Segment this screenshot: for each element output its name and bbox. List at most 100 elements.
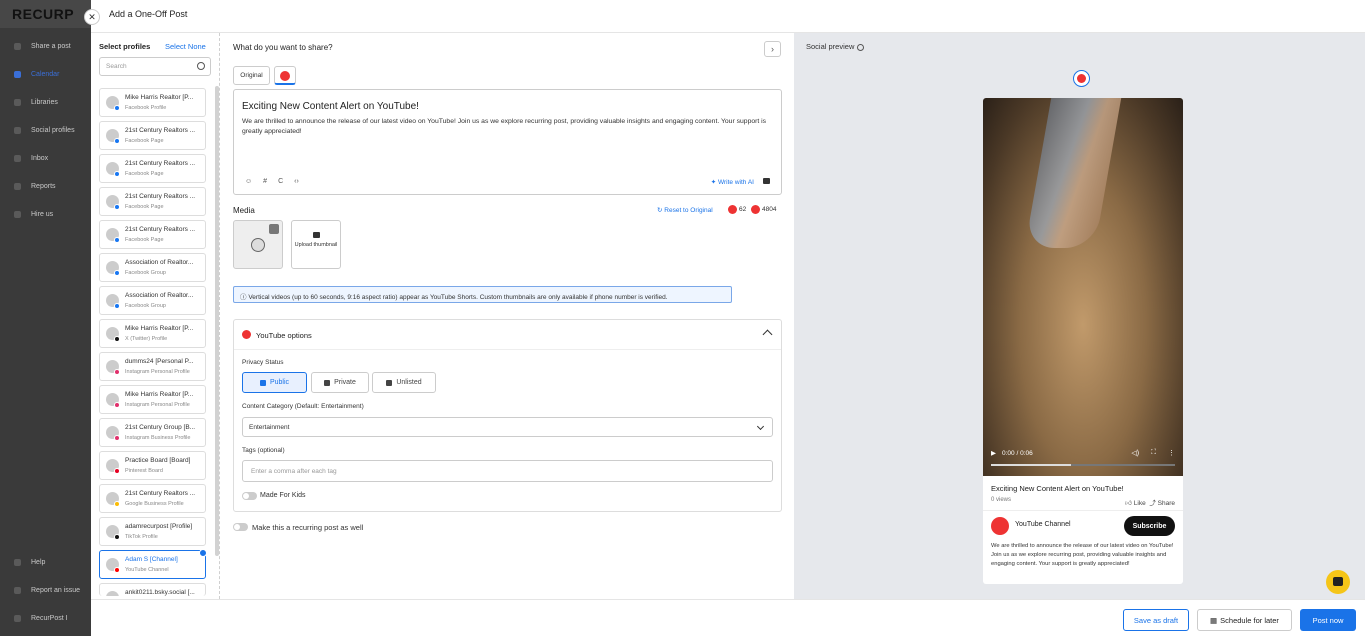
- post-title[interactable]: Exciting New Content Alert on YouTube!: [242, 101, 419, 112]
- shorts-info-note: ⓘ Vertical videos (up to 60 seconds, 9:1…: [233, 286, 732, 303]
- emoji-icon[interactable]: ☺: [245, 178, 252, 185]
- write-with-ai-button[interactable]: ✦ Write with AI: [711, 178, 754, 186]
- code-icon[interactable]: ‹›: [294, 178, 299, 185]
- profile-name: Association of Realtor...: [125, 259, 194, 266]
- tab-youtube[interactable]: [274, 66, 296, 85]
- profile-item[interactable]: dumms24 [Personal P... Instagram Personal…: [99, 352, 206, 381]
- network-badge-icon: [114, 138, 120, 144]
- privacy-public-button[interactable]: Public: [242, 372, 307, 393]
- bg-nav-reports[interactable]: Reports: [14, 183, 56, 190]
- reset-to-original-link[interactable]: ↻ Reset to Original: [657, 206, 713, 214]
- share-icon[interactable]: ⤴: [1149, 500, 1156, 507]
- profile-name: 21st Century Realtors ...: [125, 226, 196, 233]
- profile-item[interactable]: Mike Harris Realtor [P... Instagram Perso…: [99, 385, 206, 414]
- profile-type: Instagram Personal Profile: [125, 369, 190, 375]
- network-badge-icon: [114, 567, 120, 573]
- more-icon[interactable]: ⋮: [1168, 449, 1175, 457]
- bg-nav-inbox[interactable]: Inbox: [14, 155, 48, 162]
- canva-icon[interactable]: C: [278, 178, 283, 185]
- tab-original[interactable]: Original: [233, 66, 270, 85]
- schedule-for-later-button[interactable]: ▦ Schedule for later: [1197, 609, 1292, 631]
- youtube-options-header[interactable]: YouTube options: [234, 320, 781, 350]
- info-icon[interactable]: [857, 43, 865, 51]
- tags-input[interactable]: Enter a comma after each tag: [242, 460, 773, 482]
- bg-bottom-nav-item[interactable]: Help: [14, 559, 45, 566]
- play-icon[interactable]: [251, 238, 265, 252]
- privacy-unlisted-button[interactable]: Unlisted: [372, 372, 436, 393]
- bg-nav-libraries[interactable]: Libraries: [14, 99, 58, 106]
- chat-widget-icon[interactable]: [1326, 570, 1350, 594]
- bg-nav-calendar[interactable]: Calendar: [14, 71, 59, 78]
- chevron-up-icon[interactable]: [762, 329, 773, 340]
- hashtag-icon[interactable]: #: [263, 178, 267, 185]
- profile-item[interactable]: Practice Board [Board] Pinterest Board: [99, 451, 206, 480]
- bg-nav-hire-us[interactable]: Hire us: [14, 211, 53, 218]
- post-body[interactable]: We are thrilled to announce the release …: [242, 117, 772, 137]
- privacy-private-button[interactable]: Private: [311, 372, 369, 393]
- profile-item[interactable]: 21st Century Group [B... Instagram Busine…: [99, 418, 206, 447]
- made-for-kids-toggle[interactable]: [242, 492, 257, 500]
- profile-item[interactable]: 21st Century Realtors ... Facebook Page: [99, 121, 206, 150]
- profile-item[interactable]: adamrecurpost [Profile] TikTok Profile: [99, 517, 206, 546]
- recurring-label: Make this a recurring post as well: [252, 523, 364, 532]
- profile-name: Adam S [Channel]: [125, 556, 178, 563]
- fullscreen-icon[interactable]: ⛶: [1151, 449, 1156, 457]
- profiles-panel: Select profiles Select None Search Mike …: [91, 33, 220, 599]
- calendar-icon: [14, 71, 21, 78]
- profile-item[interactable]: Mike Harris Realtor [P... X (Twitter) Pro…: [99, 319, 206, 348]
- post-now-button[interactable]: Post now: [1300, 609, 1356, 631]
- youtube-icon: [242, 330, 251, 339]
- bg-nav-share-a-post[interactable]: Share a post: [14, 43, 71, 50]
- post-editor[interactable]: Exciting New Content Alert on YouTube! W…: [233, 89, 782, 195]
- profile-search-input[interactable]: Search: [99, 57, 211, 76]
- send-icon: [14, 43, 21, 50]
- profile-type: Facebook Page: [125, 138, 164, 144]
- profile-item[interactable]: ankit0211.bsky.social [...: [99, 583, 206, 596]
- bg-bottom-nav-item[interactable]: Report an issue: [14, 587, 80, 594]
- video-player[interactable]: ▶ 0:00 / 0:06 ◁) ⛶ ⋮: [983, 98, 1183, 476]
- youtube-title-icon: [728, 205, 737, 214]
- like-icon[interactable]: 👍︎: [1125, 500, 1132, 507]
- share-label[interactable]: Share: [1158, 500, 1175, 507]
- network-badge-icon: [114, 105, 120, 111]
- profile-scrollbar[interactable]: [215, 86, 219, 556]
- play-icon[interactable]: ▶: [991, 449, 996, 457]
- bg-nav-social-profiles[interactable]: Social profiles: [14, 127, 75, 134]
- user-icon: [259, 379, 266, 386]
- profile-name: 21st Century Realtors ...: [125, 490, 196, 497]
- search-icon: [197, 62, 205, 70]
- recurring-toggle[interactable]: [233, 523, 248, 531]
- profile-name: 21st Century Realtors ...: [125, 127, 196, 134]
- image-icon[interactable]: [763, 178, 770, 184]
- chevron-right-icon[interactable]: ›: [764, 41, 781, 57]
- profile-item[interactable]: 21st Century Realtors ... Google Business…: [99, 484, 206, 513]
- subscribe-button[interactable]: Subscribe: [1124, 516, 1175, 536]
- youtube-preview-icon[interactable]: [1073, 70, 1090, 87]
- profile-type: Instagram Personal Profile: [125, 402, 190, 408]
- video-progress-bar[interactable]: [991, 464, 1175, 466]
- profile-item[interactable]: Mike Harris Realtor [P... Facebook Profil…: [99, 88, 206, 117]
- compose-question: What do you want to share?: [233, 43, 333, 52]
- profile-item[interactable]: Association of Realtor... Facebook Group: [99, 253, 206, 282]
- user-icon: [14, 211, 21, 218]
- eye-icon: [386, 379, 393, 386]
- upload-thumbnail-button[interactable]: Upload thumbnail: [291, 220, 341, 269]
- network-badge-icon: [114, 501, 120, 507]
- body-char-count: 4804: [751, 205, 776, 214]
- save-as-draft-button[interactable]: Save as draft: [1123, 609, 1189, 631]
- profile-item[interactable]: Association of Realtor... Facebook Group: [99, 286, 206, 315]
- channel-name: YouTube Channel: [1015, 521, 1071, 528]
- profile-item[interactable]: 21st Century Realtors ... Facebook Page: [99, 220, 206, 249]
- close-icon[interactable]: ✕: [84, 9, 100, 25]
- video-thumbnail[interactable]: [233, 220, 283, 269]
- select-none-link[interactable]: Select None: [165, 42, 206, 51]
- check-icon: [199, 549, 207, 557]
- profile-item[interactable]: 21st Century Realtors ... Facebook Page: [99, 154, 206, 183]
- profile-item[interactable]: Adam S [Channel] YouTube Channel: [99, 549, 207, 579]
- bg-bottom-nav-item[interactable]: RecurPost I: [14, 615, 68, 622]
- volume-icon[interactable]: ◁): [1131, 449, 1139, 457]
- profile-item[interactable]: 21st Century Realtors ... Facebook Page: [99, 187, 206, 216]
- like-label[interactable]: Like: [1134, 500, 1146, 507]
- delete-icon[interactable]: [269, 224, 279, 234]
- content-category-select[interactable]: Entertainment: [242, 417, 773, 437]
